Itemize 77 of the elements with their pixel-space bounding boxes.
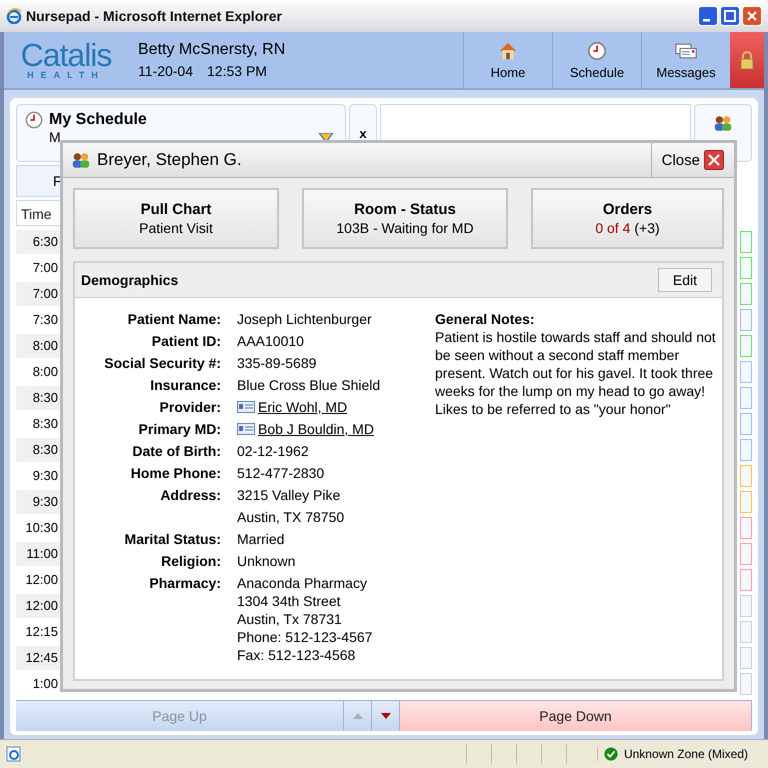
window-title: Nursepad - Microsoft Internet Explorer xyxy=(26,8,282,24)
field-value: 335-89-5689 xyxy=(237,354,316,373)
time: 12:53 PM xyxy=(207,63,267,79)
patient-name-title: Breyer, Stephen G. xyxy=(97,150,242,170)
field-value: Fax: 512-123-4568 xyxy=(237,646,356,664)
field-label: Religion: xyxy=(160,552,221,571)
field-label: Patient ID: xyxy=(150,332,221,351)
section-title: Demographics xyxy=(81,272,178,288)
close-button[interactable]: Close xyxy=(650,143,734,177)
contact-card-icon xyxy=(237,423,255,435)
time-cell-text: 9:30 xyxy=(32,467,59,485)
browser-icon xyxy=(6,8,22,24)
minimize-icon[interactable] xyxy=(698,6,718,26)
field-label: Marital Status: xyxy=(124,530,221,549)
edit-button[interactable]: Edit xyxy=(658,268,712,292)
contact-link[interactable]: Eric Wohl, MD xyxy=(258,396,348,418)
scroll-down-button[interactable] xyxy=(372,701,400,731)
notes-title: General Notes: xyxy=(435,310,536,328)
down-arrow-icon xyxy=(380,713,390,719)
field-value: Married xyxy=(237,530,284,549)
field-value: Unknown xyxy=(237,552,296,571)
lock-icon xyxy=(739,50,755,70)
action-button[interactable]: Pull Chart Patient Visit xyxy=(73,188,279,249)
check-icon xyxy=(604,747,618,761)
clock-icon xyxy=(25,111,43,129)
field-value: Austin, TX 78750 xyxy=(237,508,344,527)
schedule-date: M xyxy=(49,129,61,145)
house-icon xyxy=(497,40,519,60)
field-value: AAA10010 xyxy=(237,332,304,351)
people-icon xyxy=(71,152,91,168)
note-text: Patient is hostile towards staff and should not be seen without a second staff member present. Watch out for his gavel. It took three weeks for the lump on my head to go away! xyxy=(435,328,716,400)
contact-link[interactable]: Bob J Bouldin, MD xyxy=(258,418,374,440)
page-icon xyxy=(6,746,22,762)
field-value: 02-12-1962 xyxy=(237,442,309,461)
field-value: Blue Cross Blue Shield xyxy=(237,376,380,395)
lock-button[interactable] xyxy=(730,32,764,88)
action-button[interactable]: Room - Status 103B - Waiting for MD xyxy=(302,188,508,249)
field-label: Patient Name: xyxy=(126,310,221,329)
logo: Catalis xyxy=(20,40,112,70)
logo-subtitle: HEALTH xyxy=(27,70,105,80)
field-value: 512-477-2830 xyxy=(237,464,324,483)
close-icon[interactable] xyxy=(742,6,762,26)
field-value: Joseph Lichtenburger xyxy=(237,310,372,329)
time-cell-text: 12:15 xyxy=(24,623,59,641)
field-value: Austin, Tx 78731 xyxy=(237,610,342,628)
time-cell-text: 12:00 xyxy=(24,571,59,589)
schedule-title: My Schedule xyxy=(49,111,147,129)
time-cell-text: 1:00 xyxy=(32,675,59,693)
time-cell-text: 10:30 xyxy=(24,519,59,537)
close-icon xyxy=(704,150,724,170)
contact-card-icon xyxy=(237,401,255,413)
field-value: Phone: 512-123-4567 xyxy=(237,628,372,646)
time-cell-text: 8:00 xyxy=(32,363,59,381)
field-label: Primary MD: xyxy=(138,420,221,439)
security-zone: Unknown Zone (Mixed) xyxy=(624,747,748,761)
field-label: Provider: xyxy=(158,398,221,417)
people-icon xyxy=(713,115,733,132)
up-arrow-icon xyxy=(352,713,362,719)
field-label: Date of Birth: xyxy=(131,442,221,461)
field-value: 1304 34th Street xyxy=(237,592,341,610)
clock-icon xyxy=(586,40,608,60)
field-value: 3215 Valley Pike xyxy=(237,486,340,505)
time-cell-text: 8:30 xyxy=(32,415,59,433)
user-name: Betty McSnersty, RN xyxy=(138,41,286,59)
field-label: Social Security #: xyxy=(103,354,221,373)
field-value: Anaconda Pharmacy xyxy=(237,574,367,592)
date: 11-20-04 xyxy=(138,63,194,79)
field-label: Insurance: xyxy=(149,376,221,395)
field-label: Home Phone: xyxy=(130,464,221,483)
time-cell-text: 7:30 xyxy=(32,311,59,329)
page-down-button[interactable]: Page Down xyxy=(400,701,752,731)
note-text: Likes to be referred to as "your honor" xyxy=(435,400,672,418)
maximize-icon[interactable] xyxy=(720,6,740,26)
field-label: Pharmacy: xyxy=(148,574,221,593)
action-button[interactable]: Orders 0 of 4 (+3) xyxy=(531,188,724,249)
field-label: Address: xyxy=(159,486,221,505)
time-cell-text: 7:00 xyxy=(32,259,59,277)
